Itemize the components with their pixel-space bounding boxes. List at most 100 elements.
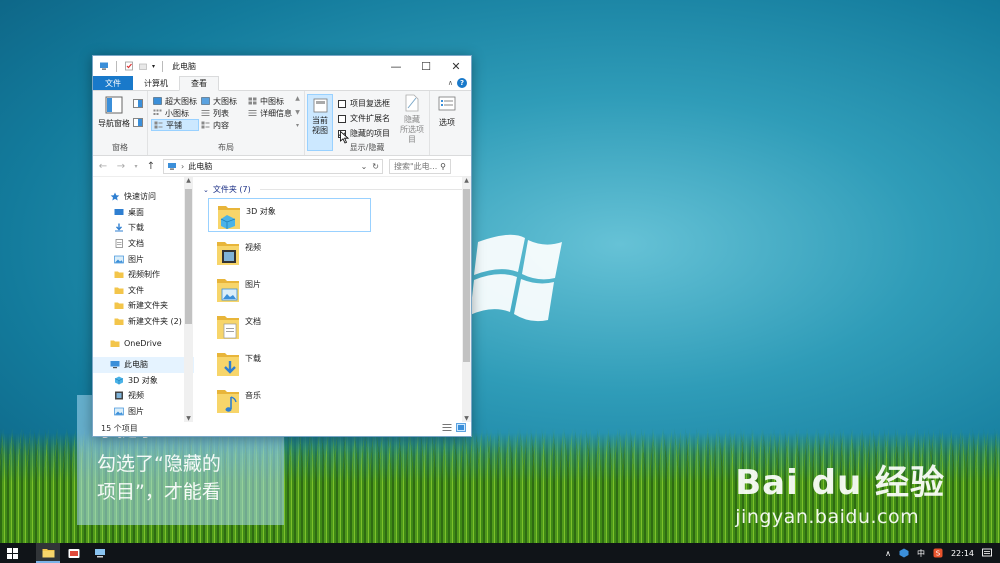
sogou-input-icon[interactable]: S	[933, 548, 943, 558]
expand-ribbon-icon[interactable]: ∧	[448, 79, 453, 87]
large-icons-view-icon[interactable]	[456, 423, 466, 432]
checkbox-label: 隐藏的项目	[350, 129, 390, 138]
layout-label: 内容	[213, 120, 229, 130]
layout-tiles[interactable]: 平铺	[151, 119, 199, 131]
collapse-chevron-icon[interactable]: ⌄	[203, 186, 209, 194]
layout-label: 大图标	[213, 96, 237, 106]
minimize-button[interactable]: —	[381, 56, 411, 76]
file-extensions-toggle[interactable]: 文件扩展名	[338, 111, 390, 126]
taskbar-app-2[interactable]	[62, 543, 86, 563]
sidebar-item[interactable]: 文档📌	[93, 236, 194, 252]
sidebar-item[interactable]: 新建文件夹	[93, 298, 194, 314]
scroll-up-icon[interactable]: ▲	[184, 177, 193, 184]
group-header[interactable]: ⌄ 文件夹 (7)	[203, 184, 470, 195]
sidebar-scrollbar[interactable]: ▲ ▼	[184, 177, 193, 422]
tab-computer[interactable]: 计算机	[133, 76, 179, 90]
caption-line-2: 项目”，才能看	[97, 481, 221, 503]
address-bar[interactable]: › 此电脑 ⌄ ↻	[163, 158, 383, 174]
more-icon[interactable]: ▾	[296, 122, 299, 129]
sidebar-item[interactable]: 新建文件夹 (2)	[93, 314, 194, 330]
content-scrollbar[interactable]: ▲ ▼	[462, 177, 471, 422]
layout-content[interactable]: 内容	[199, 119, 246, 131]
layout-large-icons[interactable]: 大图标	[199, 95, 246, 107]
sidebar-item-label: 视频	[128, 391, 144, 401]
layout-details[interactable]: 详细信息	[246, 107, 298, 119]
item-checkboxes-toggle[interactable]: 项目复选框	[338, 96, 390, 111]
content-icon	[201, 121, 210, 129]
up-arrow-icon[interactable]: ↑	[145, 161, 157, 172]
explorer-body: 快速访问桌面📌下载📌文档📌图片📌 视频制作文件新建文件夹新建文件夹 (2) OneD…	[93, 177, 471, 422]
status-bar: 15 个项目	[93, 420, 471, 436]
tray-app-icon[interactable]	[899, 548, 909, 558]
ime-indicator[interactable]: 中	[917, 548, 925, 559]
folder-tile[interactable]: 视频	[208, 235, 371, 269]
sidebar-item[interactable]: 桌面📌	[93, 205, 194, 221]
sidebar-item[interactable]: 图片	[93, 404, 194, 420]
checkbox[interactable]	[338, 99, 346, 108]
hide-selected-items-button[interactable]: 隐藏 所选项目	[397, 94, 427, 145]
sidebar-item[interactable]: 文件	[93, 283, 194, 299]
folder-tile[interactable]: 图片	[208, 272, 371, 306]
group-layout-label: 布局	[218, 143, 234, 152]
details-pane-icon[interactable]	[133, 118, 143, 127]
address-dropdown-icon[interactable]: ⌄	[361, 162, 368, 171]
layout-gallery-scroll[interactable]: ▲ ▼ ▾	[294, 95, 301, 129]
sidebar-item[interactable]: 下载📌	[93, 220, 194, 236]
sidebar-item[interactable]: OneDrive	[93, 335, 194, 351]
taskbar-file-explorer[interactable]	[36, 543, 60, 563]
hide-selected-label-1: 隐藏	[404, 115, 420, 124]
new-folder-icon[interactable]	[138, 61, 148, 71]
layout-list[interactable]: 列表	[199, 107, 246, 119]
options-button[interactable]: 选项	[433, 96, 461, 128]
breadcrumb-path[interactable]: 此电脑	[188, 161, 212, 172]
search-input[interactable]: 搜索"此电... ⚲	[389, 158, 451, 174]
help-icon[interactable]: ?	[457, 78, 467, 88]
folder-tile[interactable]: 下载	[208, 346, 371, 380]
maximize-button[interactable]: ☐	[411, 56, 441, 76]
sidebar-item[interactable]: 快速访问	[93, 189, 194, 205]
sidebar-item[interactable]: 3D 对象	[93, 373, 194, 389]
back-arrow-icon[interactable]: ←	[97, 161, 109, 172]
notification-icon[interactable]	[982, 548, 992, 558]
clock[interactable]: 22:14	[951, 549, 974, 558]
start-button[interactable]	[0, 543, 24, 563]
refresh-icon[interactable]: ↻	[372, 162, 379, 171]
sidebar-item[interactable]: 此电脑	[93, 356, 194, 373]
properties-icon[interactable]	[124, 61, 134, 71]
close-button[interactable]: ✕	[441, 56, 471, 76]
forward-arrow-icon[interactable]: →	[115, 161, 127, 172]
navigation-pane-button[interactable]: 导航窗格	[97, 96, 131, 129]
scrollbar-thumb[interactable]	[463, 189, 470, 362]
preview-pane-icon[interactable]	[133, 99, 143, 108]
chevron-up-icon[interactable]: ▲	[295, 95, 300, 102]
layout-medium-icons[interactable]: 中图标	[246, 95, 298, 107]
scrollbar-thumb[interactable]	[185, 189, 192, 324]
file-explorer-window: ▾ 此电脑 — ☐ ✕ 文件 计算机 查看 ∧ ? 导航窗格 窗格 超大图标 大…	[92, 55, 472, 437]
sidebar-item[interactable]: 视频制作	[93, 267, 194, 283]
folder-name: 下载	[245, 354, 261, 363]
folder-name: 文档	[245, 317, 261, 326]
tray-expand-icon[interactable]: ∧	[885, 549, 891, 558]
chevron-down-icon[interactable]: ▼	[295, 109, 300, 116]
watermark-brand: Bai du 经验	[735, 455, 945, 504]
customize-dropdown-icon[interactable]: ▾	[152, 63, 155, 70]
tab-file[interactable]: 文件	[93, 76, 133, 90]
details-view-icon[interactable]	[442, 423, 452, 432]
watermark-url: jingyan.baidu.com	[735, 506, 920, 528]
taskbar-app-3[interactable]	[88, 543, 112, 563]
list-icon	[201, 110, 210, 116]
layout-small-icons[interactable]: 小图标	[151, 107, 199, 119]
layout-extra-large-icons[interactable]: 超大图标	[151, 95, 199, 107]
tab-view[interactable]: 查看	[179, 76, 219, 91]
scroll-up-icon[interactable]: ▲	[462, 177, 471, 184]
folder-tile[interactable]: 3D 对象	[208, 198, 371, 232]
folder-tile[interactable]: 文档	[208, 309, 371, 343]
breadcrumb-chevron-icon[interactable]: ›	[181, 162, 184, 171]
ribbon-right-controls: ∧ ?	[448, 76, 471, 90]
sidebar-item[interactable]: 图片📌	[93, 251, 194, 267]
checkbox[interactable]	[338, 114, 346, 123]
folder-tile[interactable]: 音乐	[208, 383, 371, 417]
recent-dropdown-icon[interactable]: ▾	[133, 163, 139, 170]
sidebar-item[interactable]: 视频	[93, 388, 194, 404]
search-icon[interactable]: ⚲	[440, 162, 446, 171]
